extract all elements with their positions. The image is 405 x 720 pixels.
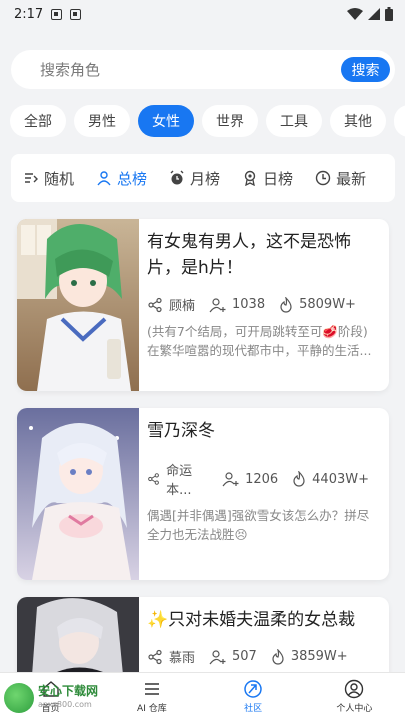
followers: 1038 — [209, 297, 265, 313]
card-body: ✨只对未婚夫温柔的女总裁 慕雨 507 3859W+ — [147, 597, 379, 666]
tab-newest-label: 最新 — [336, 169, 367, 188]
shuffle-list-icon — [25, 173, 38, 183]
category-chip-male[interactable]: 男性 — [74, 105, 130, 137]
alarm-clock-icon — [170, 170, 184, 185]
watermark-logo — [4, 683, 34, 713]
nav-profile[interactable]: 个人中心 — [304, 673, 405, 720]
followers-count: 1038 — [232, 297, 266, 312]
card-description: (共有7个结局，可开局跳转至可🥩阶段)在繁华喧嚣的现代都市中，平静的生活... — [147, 324, 372, 358]
tab-random-label: 随机 — [44, 169, 75, 188]
share-icon — [148, 473, 159, 485]
card-body: 有女鬼有男人，这不是恐怖片，是h片！ 顾楠 1038 5809W+ (共有7个结… — [147, 219, 379, 360]
heat-count: 3859W+ — [290, 649, 348, 664]
watermark-sub: anxz800.com — [38, 700, 92, 709]
category-chip-female[interactable]: 女性 — [138, 105, 194, 137]
card-body: 雪乃深冬 命运本... 1206 4403W+ 偶遇[并非偶遇]强欲雪女该怎么办… — [147, 408, 379, 544]
list-icon — [144, 683, 159, 695]
medal-icon — [244, 170, 256, 186]
share-icon — [148, 297, 162, 312]
category-chip-more[interactable] — [394, 105, 405, 137]
category-chip-tools[interactable]: 工具 — [266, 105, 322, 137]
nav-community[interactable]: 社区 — [203, 673, 304, 720]
tab-random[interactable]: 随机 — [23, 168, 74, 189]
nav-profile-label: 个人中心 — [336, 704, 373, 714]
heat: 5809W+ — [279, 296, 356, 313]
watermark-main: 安心下载网 — [38, 684, 99, 698]
add-user-icon — [222, 472, 239, 487]
tab-newest[interactable]: 最新 — [315, 168, 366, 189]
card-meta: 顾楠 1038 5809W+ — [147, 295, 379, 314]
card-title: 雪乃深冬 — [147, 421, 215, 441]
heat-count: 5809W+ — [299, 297, 356, 312]
notification-icon-2 — [70, 8, 82, 20]
followers: 1206 — [222, 471, 278, 487]
tab-daily-label: 日榜 — [263, 169, 294, 188]
status-left: 2:17 — [14, 6, 82, 22]
add-user-icon — [209, 649, 226, 664]
battery-icon — [385, 7, 393, 21]
tab-monthly[interactable]: 月榜 — [169, 168, 220, 189]
community-icon — [244, 680, 262, 698]
followers-count: 1206 — [245, 471, 279, 487]
author-name: 顾楠 — [169, 299, 196, 314]
tab-monthly-label: 月榜 — [190, 169, 221, 188]
watermark: 安心下载网 anxz800.com — [0, 676, 120, 720]
card-description: 偶遇[并非偶遇]强欲雪女该怎么办？拼尽全力也无法战胜😣 — [147, 508, 370, 542]
tab-overall-label: 总榜 — [117, 169, 148, 188]
author-name: 慕雨 — [169, 651, 196, 666]
followers-count: 507 — [232, 649, 257, 664]
heat: 3859W+ — [271, 648, 348, 665]
search-input[interactable]: 搜索角色 — [40, 59, 100, 80]
author-name: 命运本... — [166, 464, 193, 498]
clock-icon — [315, 170, 331, 186]
tab-overall[interactable]: 总榜 — [96, 168, 147, 189]
tab-daily[interactable]: 日榜 — [242, 168, 293, 189]
watermark-text: 安心下载网 anxz800.com — [38, 685, 98, 711]
flame-icon — [293, 471, 305, 487]
signal-icon — [368, 8, 380, 20]
heat: 4403W+ — [292, 471, 369, 487]
character-card[interactable]: 雪乃深冬 命运本... 1206 4403W+ 偶遇[并非偶遇]强欲雪女该怎么办… — [17, 408, 389, 580]
search-button[interactable]: 搜索 — [341, 57, 390, 82]
author: 顾楠 — [147, 295, 195, 314]
flame-icon — [280, 296, 292, 313]
add-user-icon — [209, 297, 226, 312]
category-chips: 全部 男性 女性 世界 工具 其他 — [10, 105, 405, 137]
rank-tabs: 随机 总榜 月榜 日榜 最新 — [11, 154, 395, 202]
character-thumbnail[interactable] — [17, 219, 139, 391]
card-title: 有女鬼有男人，这不是恐怖片，是h片！ — [147, 232, 351, 278]
heat-count: 4403W+ — [312, 471, 369, 487]
profile-icon — [345, 679, 364, 699]
flame-icon — [272, 648, 284, 665]
character-card[interactable]: 有女鬼有男人，这不是恐怖片，是h片！ 顾楠 1038 5809W+ (共有7个结… — [17, 219, 389, 391]
share-icon — [148, 649, 162, 664]
category-chip-world[interactable]: 世界 — [202, 105, 258, 137]
search-bar[interactable]: 搜索角色 搜索 — [11, 50, 395, 89]
nav-community-label: 社区 — [244, 704, 263, 714]
card-meta: 慕雨 507 3859W+ — [147, 647, 379, 666]
user-icon — [97, 171, 111, 186]
followers: 507 — [209, 649, 257, 665]
author: 命运本... — [147, 460, 208, 498]
card-title: ✨只对未婚夫温柔的女总裁 — [147, 610, 356, 630]
character-thumbnail[interactable] — [17, 408, 139, 580]
category-chip-other[interactable]: 其他 — [330, 105, 386, 137]
nav-ai-warehouse-label: AI 仓库 — [137, 704, 167, 714]
status-bar: 2:17 — [0, 0, 405, 28]
status-time: 2:17 — [14, 6, 44, 22]
category-chip-all[interactable]: 全部 — [10, 105, 66, 137]
wifi-icon — [347, 8, 363, 20]
author: 慕雨 — [147, 647, 195, 666]
card-meta: 命运本... 1206 4403W+ — [147, 460, 379, 498]
status-right — [347, 7, 393, 21]
notification-icon — [51, 8, 63, 20]
